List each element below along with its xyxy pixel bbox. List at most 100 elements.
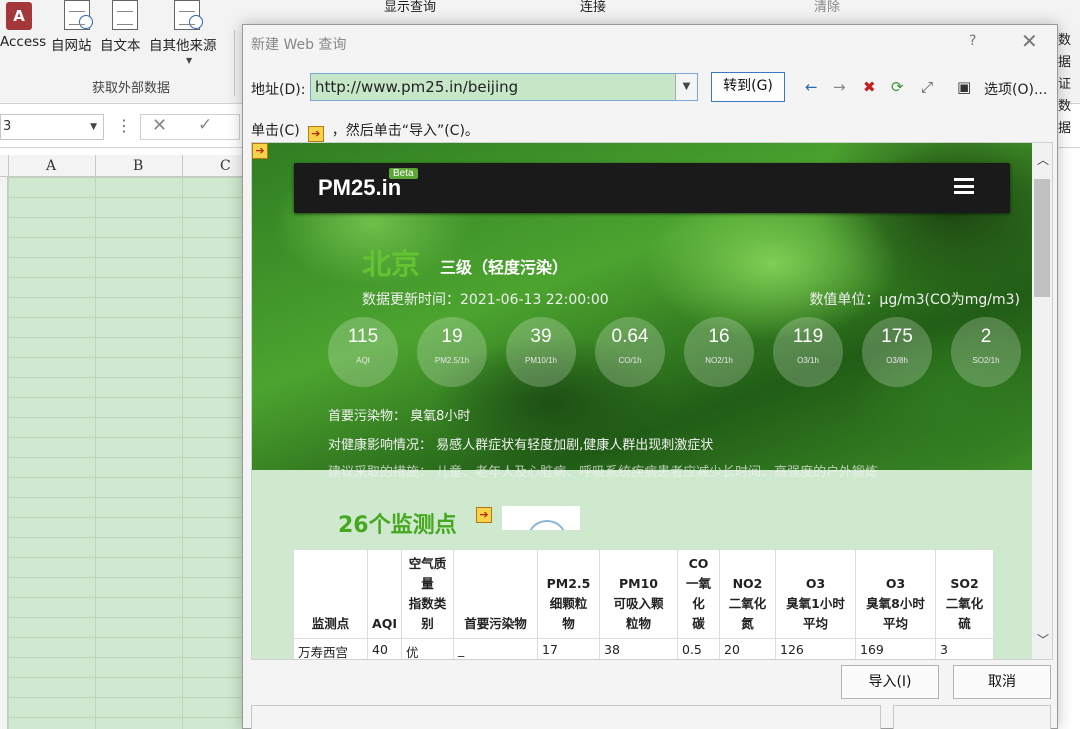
metric-label: AQI	[356, 356, 370, 365]
column-headers: A B C	[0, 155, 242, 177]
refresh-icon[interactable]: ⟳	[891, 78, 904, 96]
from-other-sources-button[interactable]: 自其他来源	[149, 34, 217, 54]
name-box[interactable]: 3 ▼	[0, 114, 104, 140]
more-icon: ⋮	[116, 116, 132, 135]
column-header: SO2 二氧化硫	[935, 549, 994, 639]
metric-value: 39	[530, 326, 552, 347]
menu-icon[interactable]	[954, 178, 974, 194]
metric-co: 0.64 CO/1h	[595, 317, 665, 387]
column-divider	[182, 155, 183, 177]
metric-pm25: 19 PM2.5/1h	[417, 317, 487, 387]
column-header-text: 可吸入颗	[613, 596, 664, 611]
chevron-down-icon[interactable]: ▼	[675, 74, 697, 100]
scrollbar[interactable]: ︿ ﹀	[1032, 143, 1052, 659]
clear-button[interactable]: 清除	[814, 0, 840, 15]
select-table-arrow-icon[interactable]: ➔	[476, 507, 492, 523]
confirm-entry-icon[interactable]: ✓	[198, 115, 212, 135]
primary-pollutant: 首要污染物： 臭氧8小时	[328, 409, 471, 424]
table-cell: 17	[537, 638, 600, 659]
ribbon-right-cut: 数据 证 数据	[1058, 30, 1080, 140]
web-page-icon	[64, 0, 93, 30]
metric-value: 119	[792, 326, 824, 347]
connections-button[interactable]: 连接	[580, 0, 606, 15]
chevron-up-icon[interactable]: ︿	[1037, 151, 1049, 168]
stations-table: 监测点 AQI 空气质量指数类别首要污染物 PM2.5 细颗粒物 PM10 可吸入颗 粒物 CO…	[293, 549, 994, 659]
column-header: PM2.5 细颗粒物	[537, 549, 600, 639]
metric-value: 0.64	[611, 326, 649, 347]
table-cell: 3	[935, 638, 994, 659]
group-get-external-data: 获取外部数据	[92, 81, 171, 96]
address-value: http://www.pm25.in/beijing	[315, 78, 519, 96]
cancel-entry-icon[interactable]: ✕	[152, 115, 167, 136]
cancel-button[interactable]: 取消	[953, 665, 1051, 699]
table-cell: _	[453, 638, 538, 659]
column-header: O3 臭氧8小时 平均	[855, 549, 936, 639]
chevron-down-icon[interactable]: ﹀	[1037, 631, 1049, 648]
metric-label: SO2/1h	[972, 356, 1000, 365]
web-page-view[interactable]: ➔ PM25.in Beta 北京 三级（轻度污染） 数据更新时间：2021-0…	[251, 142, 1053, 660]
address-label: 地址(D):	[251, 82, 306, 98]
metric-label: PM2.5/1h	[434, 356, 470, 365]
column-header-text: 监测点	[311, 616, 350, 631]
save-query-icon[interactable]: ⤢	[921, 78, 933, 96]
back-icon[interactable]: ←	[805, 78, 818, 96]
from-text-button[interactable]: 自文本	[100, 34, 141, 54]
metric-value: 115	[347, 326, 379, 347]
column-header: O3 臭氧1小时 平均	[775, 549, 856, 639]
options-icon[interactable]: ▣	[957, 78, 971, 96]
instruction-text: 单击(C) ➔ ，然后单击“导入”(C)。	[251, 120, 479, 142]
table-body: 万寿西宫 40 优 _ 17 38 0.5 20 126 169 3	[293, 638, 994, 659]
table-cell: 万寿西宫	[293, 638, 368, 659]
site-navbar: PM25.in Beta	[294, 163, 1010, 213]
close-icon[interactable]: ✕	[1021, 29, 1038, 53]
metric-label: PM10/1h	[524, 356, 558, 365]
help-icon[interactable]: ?	[969, 33, 976, 49]
city-name: 北京	[362, 247, 421, 281]
column-header: AQI	[367, 549, 402, 639]
column-header-text: SO2	[950, 576, 979, 591]
column-header-text: 臭氧8小时	[866, 596, 925, 611]
column-header-a[interactable]: A	[46, 158, 56, 174]
metric-value: 19	[441, 326, 463, 347]
column-header-c[interactable]: C	[220, 158, 231, 174]
site-logo[interactable]: PM25.in	[318, 175, 401, 201]
metric-aqi: 115 AQI	[328, 317, 398, 387]
value-unit: 数值单位：μg/m3(CO为mg/m3)	[809, 292, 1020, 308]
column-header-text: 碳	[692, 616, 705, 631]
column-divider	[95, 155, 96, 177]
stop-icon[interactable]: ✖	[863, 78, 876, 96]
column-header-text: 平均	[802, 616, 828, 631]
metric-pm10: 39 PM10/1h	[506, 317, 576, 387]
options-button[interactable]: 选项(O)...	[984, 79, 1047, 99]
progress-bar	[893, 705, 1051, 729]
metric-no2: 16 NO2/1h	[684, 317, 754, 387]
column-header-text: 臭氧1小时	[786, 596, 845, 611]
scrollbar-thumb[interactable]	[1034, 179, 1050, 297]
metric-value: 2	[980, 326, 992, 347]
from-access-button[interactable]: Access	[0, 34, 46, 50]
column-header-text: 指数类	[408, 596, 447, 611]
column-header: CO 一氧化碳	[677, 549, 720, 639]
address-input[interactable]: http://www.pm25.in/beijing ▼	[310, 73, 698, 101]
column-header-b[interactable]: B	[133, 158, 143, 174]
go-button[interactable]: 转到(G)	[711, 72, 785, 102]
forward-icon[interactable]: →	[833, 78, 846, 96]
import-button[interactable]: 导入(I)	[841, 665, 939, 699]
metric-value: 175	[881, 326, 913, 347]
stations-title: 26个监测点	[338, 513, 457, 538]
column-header: 监测点	[293, 549, 368, 639]
select-table-arrow-icon[interactable]: ➔	[252, 143, 268, 159]
show-queries-button[interactable]: 显示查询	[384, 0, 436, 15]
table-cell: 169	[855, 638, 936, 659]
metric-label: CO/1h	[618, 356, 642, 365]
from-web-button[interactable]: 自网站	[51, 34, 92, 54]
column-header: 空气质量指数类别	[401, 549, 454, 639]
hint-after: ，然后单击“导入”(C)。	[331, 123, 479, 139]
column-header-text: 量	[421, 576, 434, 591]
chevron-down-icon: ▼	[90, 122, 97, 132]
table-cell: 优	[401, 638, 454, 659]
table-cell: 40	[367, 638, 402, 659]
column-header: 首要污染物	[453, 549, 538, 639]
metric-label: O3/8h	[886, 356, 908, 365]
worksheet-grid[interactable]	[0, 177, 242, 729]
